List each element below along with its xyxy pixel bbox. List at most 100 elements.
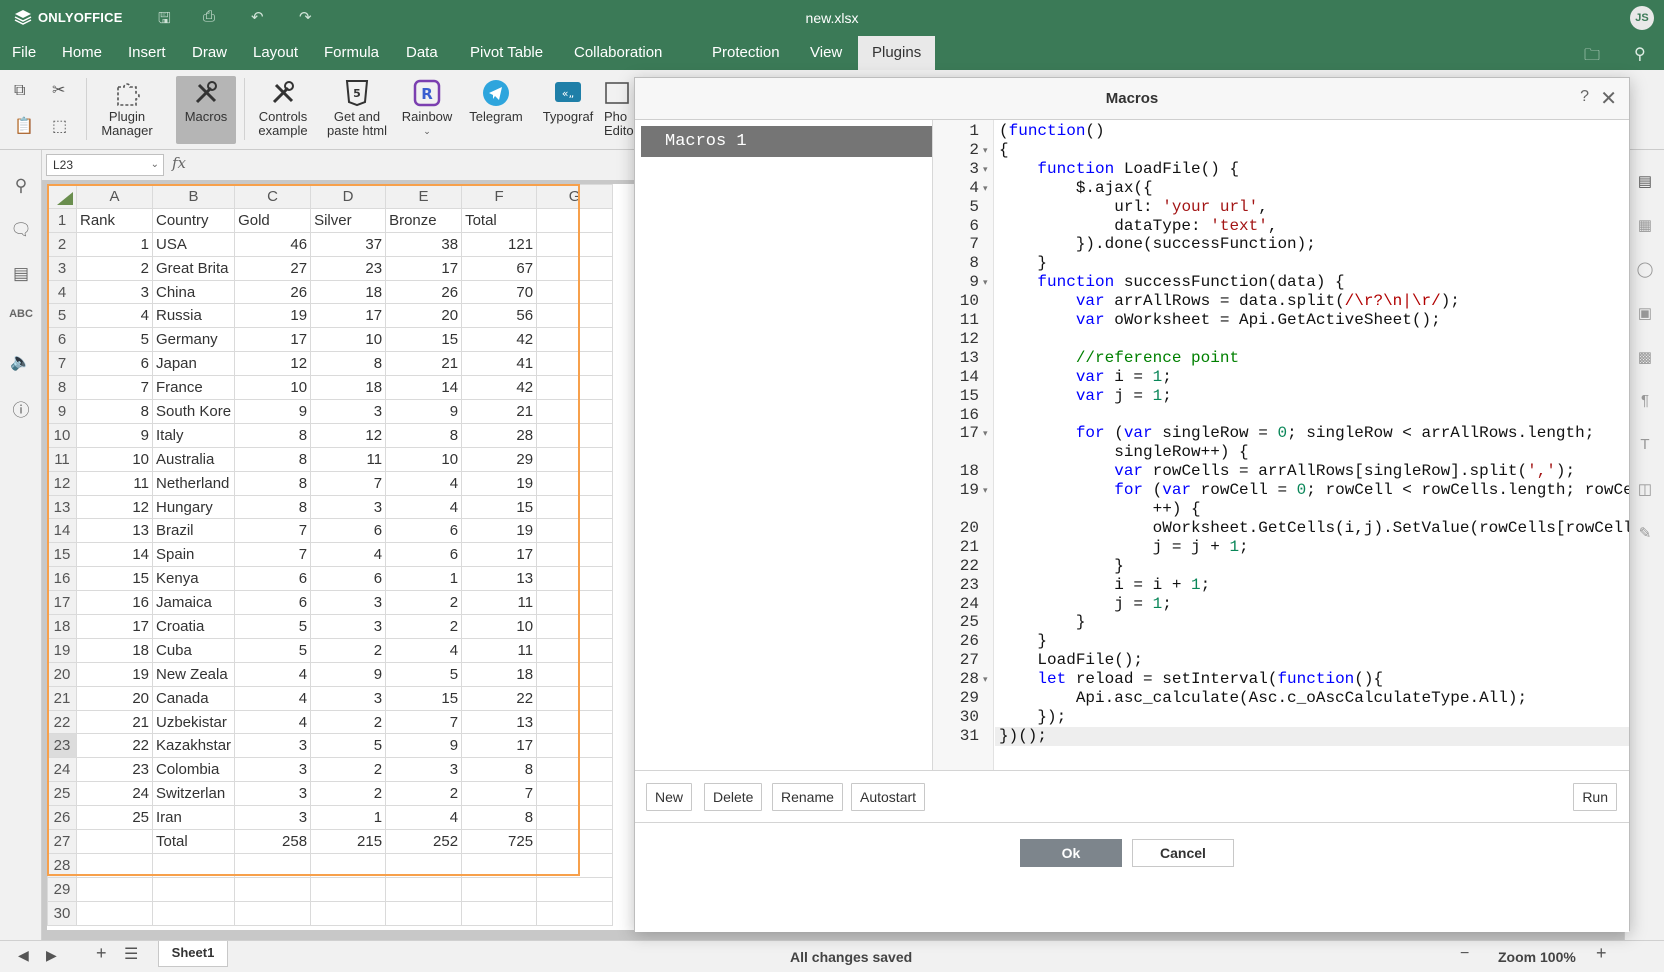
close-icon[interactable]: ✕ [1600,86,1617,111]
cell[interactable] [536,757,614,783]
cell[interactable]: 17 [234,327,312,353]
rainbow-button[interactable]: R Rainbow ⌄ [398,76,456,144]
row-header[interactable]: 13 [47,494,77,520]
cell[interactable]: 16 [76,590,153,616]
cell[interactable]: 22 [76,733,153,759]
cell[interactable]: Russia [151,303,236,329]
spellcheck-icon[interactable]: ABC [0,308,42,320]
cell[interactable]: 19 [234,303,312,329]
cell[interactable] [461,876,538,902]
cell[interactable] [385,900,463,926]
select-all-icon[interactable]: ⬚ [52,116,67,136]
text-art-settings-icon[interactable]: T [1625,436,1664,453]
cell[interactable]: 23 [76,757,153,783]
cell[interactable]: 6 [76,351,153,377]
fold-arrow-icon[interactable]: ▾ [983,277,988,288]
cell[interactable]: Cuba [151,637,236,663]
cell[interactable]: 42 [461,327,538,353]
fold-arrow-icon[interactable]: ▾ [983,145,988,156]
cell[interactable]: 15 [385,327,463,353]
signature-settings-icon[interactable]: ✎ [1625,524,1664,542]
cell[interactable]: 9 [385,733,463,759]
cell[interactable] [310,876,387,902]
cell[interactable] [461,852,538,878]
row-header[interactable]: 17 [47,590,77,616]
row-header[interactable]: 19 [47,637,77,663]
controls-example-button[interactable]: Controls example [250,76,316,144]
cell[interactable]: 3 [234,733,312,759]
cell[interactable]: Great Brita [151,255,236,281]
help-icon[interactable]: ? [1580,88,1589,106]
row-header[interactable]: 1 [47,207,77,233]
cell[interactable] [536,733,614,759]
spreadsheet-grid[interactable]: A B C D E F G 1 Rank Country Gold Silver Bron… [47,184,647,930]
cell[interactable]: 4 [234,685,312,711]
cell[interactable]: 3 [234,781,312,807]
cell[interactable]: 3 [310,590,387,616]
telegram-button[interactable]: Telegram [462,76,530,144]
cell[interactable]: 1 [310,805,387,831]
cell[interactable]: 4 [234,661,312,687]
cell[interactable]: 13 [76,518,153,544]
horizontal-scrollbar[interactable] [55,928,595,938]
cell[interactable] [536,566,614,592]
comments-icon[interactable]: 🗨 [0,220,42,240]
fx-icon[interactable]: fx [172,154,186,172]
cell[interactable]: 28 [461,422,538,448]
sheet-tab[interactable]: Sheet1 [158,941,228,967]
row-header[interactable]: 29 [47,876,77,902]
cell[interactable] [76,829,153,854]
cell[interactable]: 4 [234,709,312,735]
cell[interactable]: 11 [310,446,387,472]
cell[interactable]: 10 [461,614,538,639]
cell[interactable]: 42 [461,375,538,401]
cell[interactable]: Kazakhstar [151,733,236,759]
row-header[interactable]: 22 [47,709,77,735]
cell[interactable]: 70 [461,279,538,305]
row-header[interactable]: 6 [47,327,77,353]
row-header[interactable]: 12 [47,470,77,496]
cell[interactable]: 17 [385,255,463,281]
cell[interactable]: 7 [385,709,463,735]
cell[interactable] [536,303,614,329]
cell[interactable]: 21 [76,709,153,735]
row-header[interactable]: 11 [47,446,77,472]
cell[interactable] [234,852,312,878]
cell[interactable] [536,781,614,807]
cell[interactable]: 8 [461,805,538,831]
cell[interactable]: 3 [310,614,387,639]
cell[interactable]: 121 [461,231,538,257]
fold-arrow-icon[interactable]: ▾ [983,183,988,194]
cell[interactable]: 26 [234,279,312,305]
column-header[interactable]: D [310,184,387,209]
cell[interactable]: 10 [310,327,387,353]
cell[interactable]: 7 [234,542,312,568]
cell[interactable]: 17 [310,303,387,329]
cell[interactable]: 725 [461,829,538,854]
cell[interactable]: 3 [310,685,387,711]
fold-arrow-icon[interactable]: ▾ [983,428,988,439]
cell[interactable]: 46 [234,231,312,257]
cell[interactable] [536,876,614,902]
cell[interactable]: 7 [234,518,312,544]
cell[interactable]: 8 [310,351,387,377]
cell[interactable] [536,327,614,353]
fold-arrow-icon[interactable]: ▾ [983,164,988,175]
cell[interactable]: 23 [310,255,387,281]
menu-layout[interactable]: Layout [243,36,308,70]
search-icon[interactable]: ⚲ [0,176,42,196]
cell[interactable]: 5 [76,327,153,353]
column-header[interactable]: E [385,184,463,209]
table-settings-icon[interactable]: ▦ [1625,216,1664,234]
get-paste-html-button[interactable]: 5 Get and paste html [320,76,394,144]
cell[interactable] [536,542,614,568]
cell[interactable]: 27 [234,255,312,281]
cell[interactable]: 2 [385,614,463,639]
cell[interactable]: Brazil [151,518,236,544]
row-header[interactable]: 18 [47,614,77,639]
cell[interactable]: 4 [385,805,463,831]
cell[interactable] [536,399,614,424]
cell[interactable]: Croatia [151,614,236,639]
cell[interactable]: 41 [461,351,538,377]
menu-view[interactable]: View [800,36,852,70]
